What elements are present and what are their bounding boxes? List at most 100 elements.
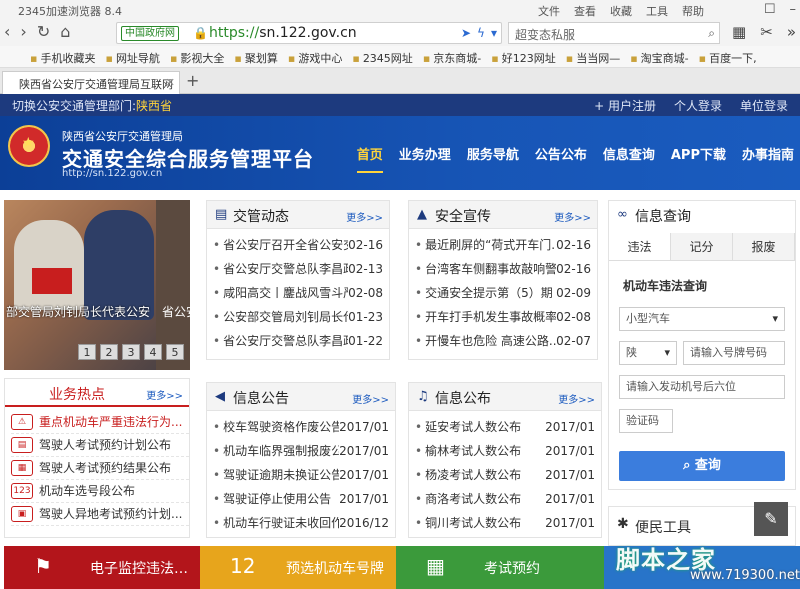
tab-points[interactable]: 记分 xyxy=(671,233,733,260)
safety-item-title[interactable]: 台湾客车侧翻事故敲响警... xyxy=(415,257,556,281)
notice-item-title[interactable]: 校车驾驶资格作废公告 xyxy=(213,415,339,439)
menu-favorites[interactable]: 收藏 xyxy=(610,3,632,19)
list-item[interactable]: 123 机动车选号段公布 xyxy=(11,480,189,503)
search-box[interactable]: 超变态私服 ⌕ xyxy=(508,22,720,44)
safety-item-title[interactable]: 开慢车也危险 高速公路... xyxy=(415,329,556,353)
url-bar[interactable]: 中国政府网 🔒 https://sn.122.gov.cn ➤ ϟ ▾ xyxy=(116,22,502,44)
news-item-title[interactable]: 咸阳高交丨鏖战风雪斗严... xyxy=(213,281,348,305)
new-tab-icon[interactable]: + xyxy=(186,71,199,90)
bookmark-item[interactable]: 淘宝商城- xyxy=(630,50,689,66)
edit-icon[interactable]: ✎ xyxy=(754,502,788,536)
menu-tools[interactable]: 工具 xyxy=(646,3,668,19)
banner-exam-booking[interactable]: ▦ 考试预约 xyxy=(396,546,604,589)
list-item[interactable]: 机动车行驶证未收回作...2016/12 xyxy=(213,511,389,535)
nav-app-download[interactable]: APP下载 xyxy=(671,144,726,173)
notice-item-title[interactable]: 机动车临界强制报废公告 xyxy=(213,439,339,463)
tab-scrap[interactable]: 报废 xyxy=(733,233,795,260)
publish-item-title[interactable]: 铜川考试人数公布 xyxy=(415,511,521,535)
apps-icon[interactable]: ▦ xyxy=(732,23,746,41)
safety-more-link[interactable]: 更多>> xyxy=(554,209,591,224)
publish-item-title[interactable]: 延安考试人数公布 xyxy=(415,415,521,439)
list-item[interactable]: 驾驶证停止使用公告 2017/01 xyxy=(213,487,389,511)
unit-login-link[interactable]: 单位登录 xyxy=(740,97,788,114)
list-item[interactable]: 开慢车也危险 高速公路...02-07 xyxy=(415,329,591,353)
bookmark-item[interactable]: 影视大全 xyxy=(170,50,224,66)
safety-item-title[interactable]: 开车打手机发生事故概率... xyxy=(415,305,556,329)
register-link[interactable]: + 用户注册 xyxy=(594,97,656,114)
bookmark-item[interactable]: 手机收藏夹 xyxy=(30,50,95,66)
menu-file[interactable]: 文件 xyxy=(538,3,560,19)
plate-number-input[interactable]: 请输入号牌号码 xyxy=(683,341,785,365)
search-icon[interactable]: ⌕ xyxy=(708,26,715,41)
banner-e-monitoring[interactable]: ⚑ 电子监控违法… xyxy=(4,546,200,589)
list-item[interactable]: 延安考试人数公布 2017/01 xyxy=(415,415,595,439)
hot-item-label[interactable]: 驾驶人异地考试预约计划... xyxy=(39,503,182,526)
notice-item-title[interactable]: 驾驶证停止使用公告 xyxy=(213,487,331,511)
list-item[interactable]: 榆林考试人数公布 2017/01 xyxy=(415,439,595,463)
carousel-page[interactable]: 1 xyxy=(78,344,96,360)
nav-home[interactable]: 首页 xyxy=(356,144,383,173)
close-tab-icon[interactable]: ✕ xyxy=(166,76,175,89)
list-item[interactable]: 开车打手机发生事故概率...02-08 xyxy=(415,305,591,329)
browser-tab-active[interactable]: 陕西省公安厅交通管理局互联网 ✕ xyxy=(2,71,180,94)
province-switch[interactable]: 切换公安交通管理部门:陕西省 xyxy=(12,97,172,114)
menu-view[interactable]: 查看 xyxy=(574,3,596,19)
minimize-icon[interactable]: – xyxy=(790,2,797,17)
publish-item-title[interactable]: 商洛考试人数公布 xyxy=(415,487,521,511)
bookmark-item[interactable]: 游戏中心 xyxy=(288,50,342,66)
hot-item-label[interactable]: 机动车选号段公布 xyxy=(39,480,135,503)
nav-service[interactable]: 服务导航 xyxy=(467,144,519,173)
province-name[interactable]: 陕西省 xyxy=(136,99,172,113)
carousel-page[interactable]: 3 xyxy=(122,344,140,360)
nav-guide[interactable]: 办事指南 xyxy=(742,144,794,173)
carousel-page[interactable]: 4 xyxy=(144,344,162,360)
personal-login-link[interactable]: 个人登录 xyxy=(674,97,722,114)
notice-more-link[interactable]: 更多>> xyxy=(352,391,389,406)
bookmark-item[interactable]: 网址导航 xyxy=(105,50,160,66)
nav-business[interactable]: 业务办理 xyxy=(399,144,451,173)
list-item[interactable]: 省公安厅召开全省公安交...02-16 xyxy=(213,233,383,257)
back-icon[interactable]: ‹ xyxy=(4,22,10,41)
bookmark-item[interactable]: 聚划算 xyxy=(234,50,278,66)
bookmark-item[interactable]: 当当网— xyxy=(566,50,620,66)
banner-plate-select[interactable]: 12 预选机动车号牌 xyxy=(200,546,396,589)
hot-item-label[interactable]: 重点机动车严重违法行为... xyxy=(39,411,182,434)
news-item-title[interactable]: 省公安厅召开全省公安交... xyxy=(213,233,348,257)
nav-announcements[interactable]: 公告公布 xyxy=(535,144,587,173)
safety-item-title[interactable]: 最近刷屏的“荷式开车门... xyxy=(415,233,556,257)
list-item[interactable]: 咸阳高交丨鏖战风雪斗严...02-08 xyxy=(213,281,383,305)
list-item[interactable]: 交通安全提示第（5）期02-09 xyxy=(415,281,591,305)
list-item[interactable]: 省公安厅交警总队李昌政...02-13 xyxy=(213,257,383,281)
list-item[interactable]: 校车驾驶资格作废公告2017/01 xyxy=(213,415,389,439)
list-item[interactable]: 台湾客车侧翻事故敲响警...02-16 xyxy=(415,257,591,281)
list-item[interactable]: 铜川考试人数公布 2017/01 xyxy=(415,511,595,535)
bookmark-item[interactable]: 百度一下, xyxy=(699,50,757,66)
forward-icon[interactable]: › xyxy=(20,22,26,41)
list-item[interactable]: 省公安厅交警总队李昌政...01-22 xyxy=(213,329,383,353)
skin-icon[interactable]: ☐ xyxy=(764,2,776,17)
news-more-link[interactable]: 更多>> xyxy=(346,209,383,224)
news-item-title[interactable]: 省公安厅交警总队李昌政... xyxy=(213,257,348,281)
list-item[interactable]: 驾驶证逾期未换证公告2017/01 xyxy=(213,463,389,487)
list-item[interactable]: 最近刷屏的“荷式开车门...02-16 xyxy=(415,233,591,257)
province-prefix-select[interactable]: 陕 xyxy=(619,341,677,365)
news-item-title[interactable]: 公安部交管局刘钊局长代... xyxy=(213,305,348,329)
list-item[interactable]: 商洛考试人数公布 2017/01 xyxy=(415,487,595,511)
bookmark-item[interactable]: 好123网址 xyxy=(491,50,556,66)
engine-number-input[interactable]: 请输入发动机号后六位 xyxy=(619,375,785,399)
notice-item-title[interactable]: 机动车行驶证未收回作... xyxy=(213,511,339,535)
scissors-icon[interactable]: ✂ xyxy=(760,23,773,41)
publish-item-title[interactable]: 杨凌考试人数公布 xyxy=(415,463,521,487)
hot-more-link[interactable]: 更多>> xyxy=(146,387,183,402)
vehicle-type-select[interactable]: 小型汽车 xyxy=(619,307,785,331)
tab-violation[interactable]: 违法 xyxy=(609,233,671,260)
publish-item-title[interactable]: 榆林考试人数公布 xyxy=(415,439,521,463)
carousel-page[interactable]: 2 xyxy=(100,344,118,360)
list-item[interactable]: 机动车临界强制报废公告2017/01 xyxy=(213,439,389,463)
query-button[interactable]: ⌕ 查询 xyxy=(619,451,785,481)
more-icon[interactable]: » xyxy=(787,23,796,41)
notice-item-title[interactable]: 驾驶证逾期未换证公告 xyxy=(213,463,339,487)
publish-more-link[interactable]: 更多>> xyxy=(558,391,595,406)
news-item-title[interactable]: 省公安厅交警总队李昌政... xyxy=(213,329,348,353)
carousel-page[interactable]: 5 xyxy=(166,344,184,360)
